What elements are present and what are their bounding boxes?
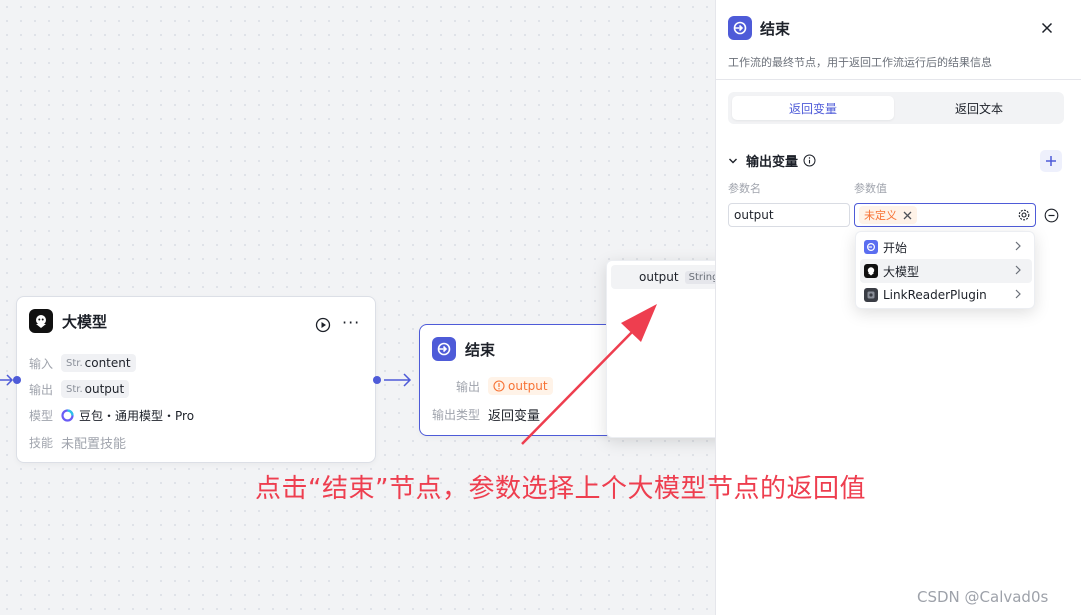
llm-icon [29,309,53,333]
remove-variable-icon[interactable] [1044,208,1059,227]
llm-model-label: 模型 [29,409,54,423]
col-value-header: 参数值 [854,182,887,195]
incoming-edge [0,374,14,386]
source-item-plugin-label: LinkReaderPlugin [883,288,987,302]
chevron-right-icon [1014,240,1022,254]
llm-model-row: 模型 豆包・通用模型・Pro [29,407,194,424]
llm-node[interactable]: 大模型 ··· 输入 Str. content 输出 Str. output 模… [16,296,376,463]
llm-node-header: 大模型 [29,309,107,333]
end-type-label: 输出类型 [432,408,481,422]
llm-input-type: Str. [66,357,83,369]
annotation-arrow [521,304,657,445]
more-icon[interactable]: ··· [342,313,360,332]
add-variable-button[interactable] [1040,150,1062,172]
chevron-down-icon[interactable] [728,156,738,166]
llm-input-row: 输入 Str. content [29,354,136,372]
param-name-input[interactable]: output [728,203,850,227]
watermark: CSDN @Calvad0s [917,588,1049,606]
source-item-llm[interactable]: 大模型 [860,259,1032,283]
llm-model-value: 豆包・通用模型・Pro [79,409,195,423]
end-node-title: 结束 [465,340,496,359]
col-name-header: 参数名 [728,182,761,195]
gear-icon[interactable] [1017,208,1031,222]
chevron-right-icon [1014,264,1022,278]
llm-output-label: 输出 [29,382,54,397]
end-icon [432,337,456,361]
llm-skill-value: 未配置技能 [61,437,127,452]
llm-input-value: content [84,356,131,370]
llm-output-row: 输出 Str. output [29,380,130,398]
llm-input-tag: Str. content [61,354,136,372]
param-value-select[interactable]: 未定义 [854,203,1036,227]
tag-close-icon[interactable] [903,211,912,220]
undefined-tag: 未定义 [859,206,917,224]
source-node-menu: 开始 大模型 LinkReaderPlugin [855,231,1035,309]
llm-skill-row: 技能 未配置技能 [29,433,126,452]
tab-return-variable[interactable]: 返回变量 [732,96,894,120]
panel-title: 结束 [760,19,791,38]
variable-item-name: output [639,270,679,284]
chevron-right-icon [1014,288,1022,302]
info-icon[interactable] [803,154,816,167]
source-item-start-label: 开始 [883,240,908,255]
undefined-tag-label: 未定义 [864,209,897,222]
plugin-icon [864,288,878,302]
annotation-text: 点击“结束”节点，参数选择上个大模型节点的返回值 [255,474,866,504]
plus-icon [1046,156,1056,166]
return-mode-segmented: 返回变量 返回文本 [728,92,1064,124]
connection-edge [384,373,412,387]
llm-input-label: 输入 [29,356,54,371]
source-item-plugin[interactable]: LinkReaderPlugin [860,283,1032,307]
panel-header: 结束 [728,16,790,40]
source-item-start[interactable]: 开始 [860,235,1032,259]
llm-mini-icon [864,264,878,278]
panel-description: 工作流的最终节点，用于返回工作流运行后的结果信息 [728,56,992,69]
run-icon[interactable] [315,317,331,337]
panel-end-icon [728,16,752,40]
doubao-icon [61,409,74,422]
end-node-header: 结束 [432,337,495,361]
llm-output-tag: Str. output [61,380,130,398]
llm-output-type: Str. [66,383,83,395]
llm-output-value: output [84,382,125,396]
end-output-label: 输出 [456,379,481,394]
output-section-title: 输出变量 [746,155,799,170]
start-icon [864,240,878,254]
llm-node-title: 大模型 [62,312,108,331]
output-section-header[interactable]: 输出变量 [728,151,816,170]
llm-skill-label: 技能 [29,436,54,450]
source-item-llm-label: 大模型 [883,264,920,279]
close-icon[interactable] [1040,20,1054,39]
panel-divider [716,79,1081,80]
tab-return-text[interactable]: 返回文本 [898,96,1060,120]
